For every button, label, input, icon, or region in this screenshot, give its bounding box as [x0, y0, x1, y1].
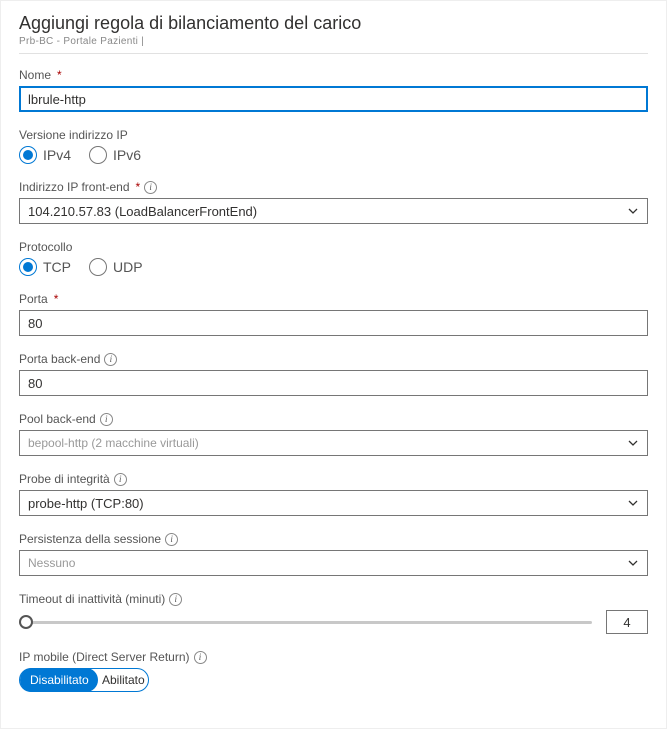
backend-pool-label: Pool back-end i [19, 412, 648, 426]
slider-track-line [19, 621, 592, 624]
field-protocol: Protocollo TCP UDP [19, 240, 648, 276]
port-input[interactable] [19, 310, 648, 336]
info-icon[interactable]: i [165, 533, 178, 546]
timeout-label: Timeout di inattività (minuti) i [19, 592, 648, 606]
info-icon[interactable]: i [100, 413, 113, 426]
field-ip-version: Versione indirizzo IP IPv4 IPv6 [19, 128, 648, 164]
slider-thumb[interactable] [19, 615, 33, 629]
chevron-down-icon [627, 497, 639, 509]
radio-icon [89, 258, 107, 276]
field-floating-ip: IP mobile (Direct Server Return) i Disab… [19, 650, 648, 692]
name-label: Nome* [19, 68, 648, 82]
timeout-value[interactable]: 4 [606, 610, 648, 634]
info-icon[interactable]: i [144, 181, 157, 194]
probe-dropdown[interactable]: probe-http (TCP:80) [19, 490, 648, 516]
radio-icon [19, 146, 37, 164]
required-indicator: * [54, 292, 59, 306]
backend-port-label: Porta back-end i [19, 352, 648, 366]
radio-ipv4-label: IPv4 [43, 147, 71, 163]
backend-pool-dropdown[interactable]: bepool-http (2 macchine virtuali) [19, 430, 648, 456]
field-persistence: Persistenza della sessione i Nessuno [19, 532, 648, 576]
frontend-ip-dropdown[interactable]: 104.210.57.83 (LoadBalancerFrontEnd) [19, 198, 648, 224]
field-name: Nome* [19, 68, 648, 112]
radio-tcp[interactable]: TCP [19, 258, 71, 276]
radio-icon [19, 258, 37, 276]
breadcrumb: Prb-BC - Portale Pazienti | [19, 36, 648, 47]
required-indicator: * [136, 180, 141, 194]
persistence-dropdown[interactable]: Nessuno [19, 550, 648, 576]
info-icon[interactable]: i [169, 593, 182, 606]
protocol-label: Protocollo [19, 240, 648, 254]
field-probe: Probe di integrità i probe-http (TCP:80) [19, 472, 648, 516]
toggle-label-enabled: Abilitato [102, 673, 145, 687]
port-label: Porta* [19, 292, 648, 306]
radio-udp[interactable]: UDP [89, 258, 143, 276]
radio-tcp-label: TCP [43, 259, 71, 275]
ipver-label: Versione indirizzo IP [19, 128, 648, 142]
page-title: Aggiungi regola di bilanciamento del car… [19, 13, 648, 34]
info-icon[interactable]: i [104, 353, 117, 366]
info-icon[interactable]: i [114, 473, 127, 486]
persistence-label: Persistenza della sessione i [19, 532, 648, 546]
divider [19, 53, 648, 54]
backend-port-input[interactable] [19, 370, 648, 396]
radio-icon [89, 146, 107, 164]
field-frontend-ip: Indirizzo IP front-end* i 104.210.57.83 … [19, 180, 648, 224]
frontend-label: Indirizzo IP front-end* i [19, 180, 648, 194]
field-timeout: Timeout di inattività (minuti) i 4 [19, 592, 648, 634]
field-backend-port: Porta back-end i [19, 352, 648, 396]
field-port: Porta* [19, 292, 648, 336]
radio-udp-label: UDP [113, 259, 143, 275]
chevron-down-icon [627, 205, 639, 217]
chevron-down-icon [627, 557, 639, 569]
probe-label: Probe di integrità i [19, 472, 648, 486]
chevron-down-icon [627, 437, 639, 449]
toggle-label-disabled: Disabilitato [30, 673, 89, 687]
name-input[interactable] [19, 86, 648, 112]
radio-ipv6[interactable]: IPv6 [89, 146, 141, 164]
floating-ip-label: IP mobile (Direct Server Return) i [19, 650, 648, 664]
info-icon[interactable]: i [194, 651, 207, 664]
radio-ipv4[interactable]: IPv4 [19, 146, 71, 164]
floating-ip-toggle[interactable]: Disabilitato Abilitato [19, 668, 149, 692]
timeout-slider[interactable] [19, 612, 592, 632]
required-indicator: * [57, 68, 62, 82]
radio-ipv6-label: IPv6 [113, 147, 141, 163]
field-backend-pool: Pool back-end i bepool-http (2 macchine … [19, 412, 648, 456]
